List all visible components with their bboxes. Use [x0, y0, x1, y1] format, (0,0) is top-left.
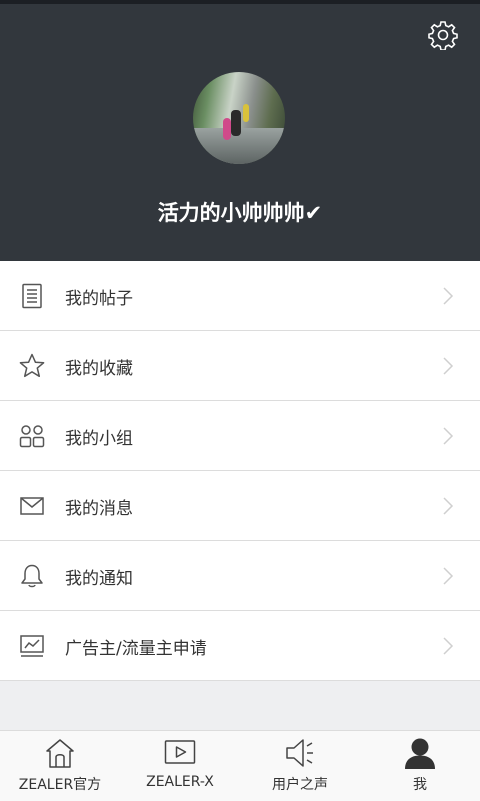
bell-icon	[21, 564, 43, 588]
menu-item-label: 我的收藏	[65, 359, 133, 379]
avatar[interactable]	[193, 72, 285, 164]
tab-label: ZEALER官方	[18, 777, 102, 793]
menu-item-label: 我的帖子	[65, 289, 133, 309]
menu-item-favorites[interactable]: 我的收藏	[0, 331, 480, 401]
tab-label: 我	[413, 777, 427, 793]
chevron-right-icon	[443, 637, 454, 655]
person-icon	[405, 738, 435, 769]
menu-item-posts[interactable]: 我的帖子	[0, 261, 480, 331]
bottom-tab-bar: ZEALER官方 ZEALER-X 用户之声 我	[0, 730, 480, 801]
chevron-right-icon	[443, 427, 454, 445]
chevron-right-icon	[443, 287, 454, 305]
tab-zealer-x[interactable]: ZEALER-X	[120, 731, 240, 801]
chevron-right-icon	[443, 567, 454, 585]
chart-icon	[20, 635, 44, 657]
tab-label: ZEALER-X	[146, 774, 214, 790]
star-icon	[19, 353, 45, 378]
tab-zealer-official[interactable]: ZEALER官方	[0, 731, 120, 801]
username: 活力的小帅帅帅✔	[157, 201, 323, 225]
menu-item-groups[interactable]: 我的小组	[0, 401, 480, 471]
menu-item-label: 我的小组	[65, 429, 133, 449]
menu-item-messages[interactable]: 我的消息	[0, 471, 480, 541]
profile-menu: 我的帖子 我的收藏 我的小组 我的消息 我的通知 广告主/流量主申请	[0, 261, 480, 681]
tab-me[interactable]: 我	[360, 731, 480, 801]
chevron-right-icon	[443, 357, 454, 375]
gear-icon[interactable]	[428, 20, 458, 50]
tab-user-voice[interactable]: 用户之声	[240, 731, 360, 801]
menu-item-advertiser-apply[interactable]: 广告主/流量主申请	[0, 611, 480, 681]
group-icon	[19, 425, 45, 448]
tab-label: 用户之声	[272, 777, 328, 793]
speaker-icon	[286, 739, 313, 767]
menu-item-label: 我的通知	[65, 569, 133, 589]
home-icon	[46, 739, 74, 768]
mail-icon	[20, 497, 44, 515]
menu-item-label: 广告主/流量主申请	[65, 639, 207, 659]
play-icon	[164, 740, 196, 764]
chevron-right-icon	[443, 497, 454, 515]
document-icon	[22, 283, 42, 309]
avatar-photo-figure	[223, 118, 231, 140]
avatar-photo-figure	[243, 104, 249, 122]
menu-item-notifications[interactable]: 我的通知	[0, 541, 480, 611]
menu-item-label: 我的消息	[65, 499, 133, 519]
avatar-photo-figure	[231, 110, 241, 136]
profile-header: 活力的小帅帅帅✔	[0, 4, 480, 261]
